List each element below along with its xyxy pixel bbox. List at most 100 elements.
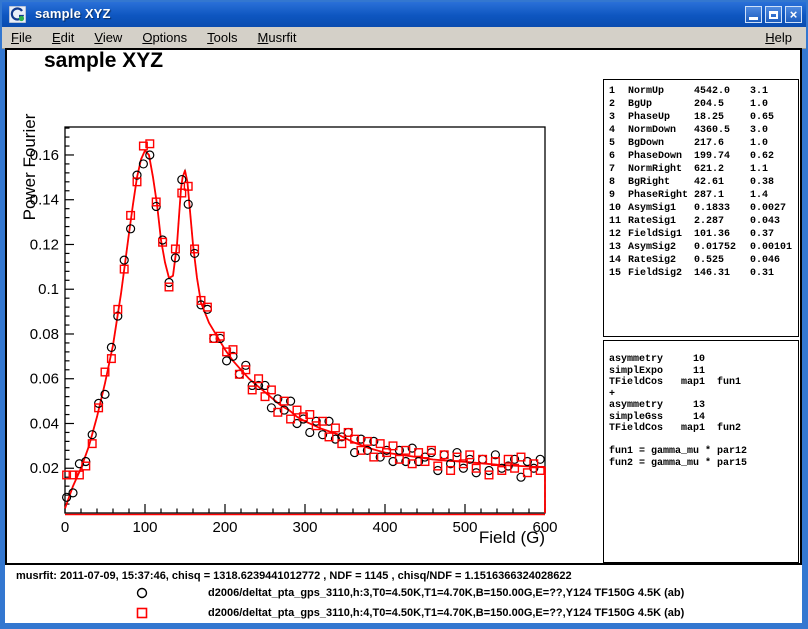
circle-marker-icon: [134, 585, 150, 601]
param-error: 1.0: [750, 137, 798, 150]
legend-label: d2006/deltat_pta_gps_3110,h:3,T0=4.50K,T…: [208, 587, 684, 599]
param-value: 42.61: [694, 176, 750, 189]
minimize-icon[interactable]: [745, 6, 762, 23]
param-row: 10AsymSig10.18330.0027: [609, 202, 798, 215]
param-error: 0.65: [750, 111, 798, 124]
param-name: BgDown: [628, 137, 694, 150]
param-error: 0.00101: [750, 241, 798, 254]
param-no: 11: [609, 215, 628, 228]
param-name: BgUp: [628, 98, 694, 111]
param-error: 0.38: [750, 176, 798, 189]
menu-musrfit[interactable]: Musrfit: [251, 28, 304, 47]
param-value: 204.5: [694, 98, 750, 111]
y-axis-label: Power Fourier: [20, 101, 38, 233]
titlebar[interactable]: sample XYZ ×: [2, 2, 806, 27]
param-name: NormRight: [628, 163, 694, 176]
param-no: 12: [609, 228, 628, 241]
param-row: 13AsymSig20.017520.00101: [609, 241, 798, 254]
param-no: 10: [609, 202, 628, 215]
param-row: 5BgDown217.61.0: [609, 137, 798, 150]
close-icon[interactable]: ×: [785, 6, 802, 23]
maximize-icon[interactable]: [765, 6, 782, 23]
param-row: 1NormUp4542.03.1: [609, 85, 798, 98]
param-row: 6PhaseDown199.740.62: [609, 150, 798, 163]
fit-parameter-box: 1NormUp4542.03.12BgUp204.51.03PhaseUp18.…: [603, 79, 799, 337]
param-error: 0.37: [750, 228, 798, 241]
param-value: 621.2: [694, 163, 750, 176]
param-no: 15: [609, 267, 628, 280]
param-name: RateSig2: [628, 254, 694, 267]
param-value: 146.31: [694, 267, 750, 280]
param-error: 0.62: [750, 150, 798, 163]
param-value: 18.25: [694, 111, 750, 124]
plot-title: sample XYZ: [44, 49, 163, 73]
param-name: NormDown: [628, 124, 694, 137]
param-error: 3.1: [750, 85, 798, 98]
menu-edit[interactable]: Edit: [45, 28, 81, 47]
param-error: 1.1: [750, 163, 798, 176]
param-name: PhaseDown: [628, 150, 694, 163]
param-name: PhaseRight: [628, 189, 694, 202]
param-value: 4360.5: [694, 124, 750, 137]
param-no: 13: [609, 241, 628, 254]
window-title: sample XYZ: [35, 6, 111, 21]
param-no: 3: [609, 111, 628, 124]
param-name: AsymSig2: [628, 241, 694, 254]
param-error: 3.0: [750, 124, 798, 137]
param-name: PhaseUp: [628, 111, 694, 124]
theory-box-text: asymmetry 10 simplExpo 11 TFieldCos map1…: [604, 341, 798, 469]
param-value: 217.6: [694, 137, 750, 150]
x-axis-label: Field (G): [445, 528, 545, 548]
musrfit-app-icon: [9, 6, 26, 23]
fit-status-text: musrfit: 2011-07-09, 15:37:46, chisq = 1…: [16, 570, 572, 582]
param-row: 4NormDown4360.53.0: [609, 124, 798, 137]
param-name: BgRight: [628, 176, 694, 189]
param-no: 9: [609, 189, 628, 202]
param-error: 0.0027: [750, 202, 798, 215]
menu-help[interactable]: Help: [759, 28, 798, 47]
param-value: 0.01752: [694, 241, 750, 254]
param-value: 199.74: [694, 150, 750, 163]
param-value: 0.525: [694, 254, 750, 267]
param-name: NormUp: [628, 85, 694, 98]
param-name: AsymSig1: [628, 202, 694, 215]
param-row: 15FieldSig2146.310.31: [609, 267, 798, 280]
menubar: File Edit View Options Tools Musrfit Hel…: [2, 27, 806, 49]
param-value: 0.1833: [694, 202, 750, 215]
app-window: sample XYZ × File Edit View Options Tool…: [0, 0, 808, 629]
param-name: RateSig1: [628, 215, 694, 228]
param-value: 2.287: [694, 215, 750, 228]
param-error: 0.31: [750, 267, 798, 280]
theory-box: asymmetry 10 simplExpo 11 TFieldCos map1…: [603, 340, 799, 563]
param-error: 0.046: [750, 254, 798, 267]
param-error: 1.4: [750, 189, 798, 202]
param-row: 11RateSig12.2870.043: [609, 215, 798, 228]
param-no: 2: [609, 98, 628, 111]
menu-file[interactable]: File: [4, 28, 39, 47]
param-no: 14: [609, 254, 628, 267]
param-no: 8: [609, 176, 628, 189]
legend-label: d2006/deltat_pta_gps_3110,h:4,T0=4.50K,T…: [208, 607, 684, 619]
param-row: 9PhaseRight287.11.4: [609, 189, 798, 202]
param-no: 5: [609, 137, 628, 150]
param-value: 4542.0: [694, 85, 750, 98]
menu-tools[interactable]: Tools: [200, 28, 244, 47]
param-row: 14RateSig20.5250.046: [609, 254, 798, 267]
param-error: 1.0: [750, 98, 798, 111]
menu-options[interactable]: Options: [135, 28, 194, 47]
param-value: 101.36: [694, 228, 750, 241]
param-value: 287.1: [694, 189, 750, 202]
param-no: 7: [609, 163, 628, 176]
param-no: 4: [609, 124, 628, 137]
param-error: 0.043: [750, 215, 798, 228]
param-row: 8BgRight42.610.38: [609, 176, 798, 189]
param-row: 7NormRight621.21.1: [609, 163, 798, 176]
param-no: 1: [609, 85, 628, 98]
param-name: FieldSig2: [628, 267, 694, 280]
square-marker-icon: [134, 605, 150, 621]
param-name: FieldSig1: [628, 228, 694, 241]
menu-view[interactable]: View: [87, 28, 129, 47]
status-area: musrfit: 2011-07-09, 15:37:46, chisq = 1…: [5, 565, 802, 623]
param-row: 2BgUp204.51.0: [609, 98, 798, 111]
param-row: 3PhaseUp18.250.65: [609, 111, 798, 124]
